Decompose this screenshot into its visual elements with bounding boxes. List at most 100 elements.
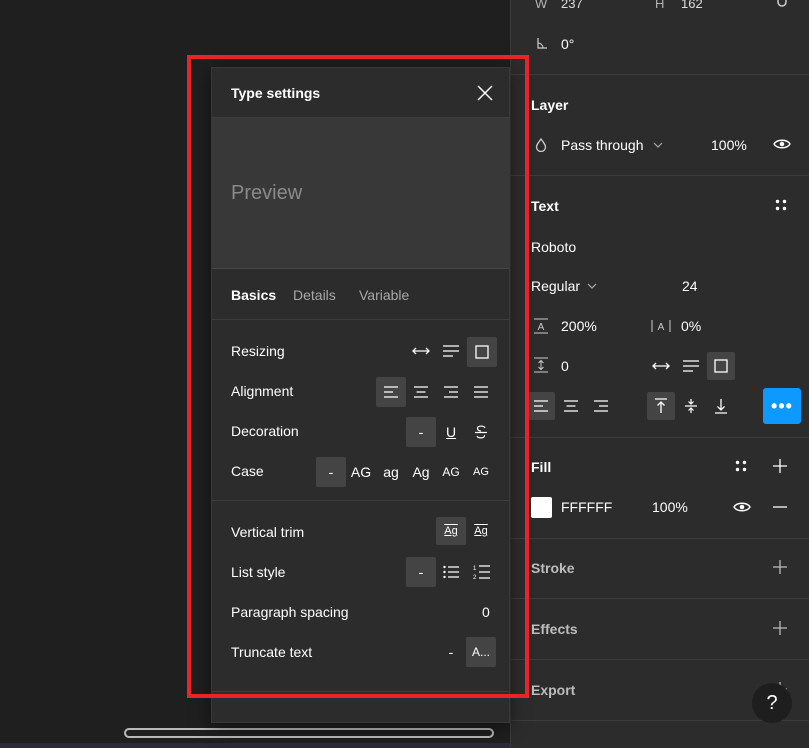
divider (212, 500, 509, 501)
text-section-title: Text (531, 198, 559, 214)
auto-width-button[interactable] (407, 337, 435, 365)
numbered-list-button[interactable]: 12 (467, 558, 495, 586)
divider (511, 74, 809, 75)
constrain-proportions-icon[interactable] (775, 0, 789, 12)
layer-section-title: Layer (531, 97, 569, 113)
divider (511, 659, 809, 660)
eye-icon[interactable] (733, 500, 751, 514)
tab-variable[interactable]: Variable (359, 287, 409, 303)
text-styles-icon[interactable] (774, 198, 788, 212)
type-settings-more-button[interactable]: ••• (763, 388, 801, 424)
case-none-button[interactable]: - (316, 457, 346, 487)
add-effect-icon[interactable] (773, 621, 787, 635)
blend-mode-dropdown[interactable]: Pass through (561, 137, 644, 153)
divider (511, 538, 809, 539)
width-value[interactable]: 237 (561, 0, 583, 11)
paragraph-spacing-icon (533, 357, 549, 373)
align-center-button[interactable] (407, 378, 435, 406)
tab-details[interactable]: Details (293, 287, 336, 303)
strikethrough-button[interactable] (467, 418, 495, 446)
chevron-down-icon[interactable] (587, 282, 597, 290)
add-stroke-icon[interactable] (773, 560, 787, 574)
align-left-button[interactable] (527, 392, 555, 420)
divider (212, 691, 509, 692)
underline-button[interactable]: U (437, 418, 465, 446)
height-value[interactable]: 162 (681, 0, 703, 11)
paragraph-spacing-value[interactable]: 0 (561, 358, 569, 374)
divider (511, 175, 809, 176)
font-family-value[interactable]: Roboto (531, 239, 576, 255)
paragraph-spacing-input[interactable]: 0 (482, 604, 490, 620)
align-bottom-button[interactable] (707, 392, 735, 420)
truncate-text-label: Truncate text (231, 644, 313, 660)
effects-section-title: Effects (531, 621, 578, 637)
align-middle-button[interactable] (677, 392, 705, 420)
type-preview: Preview (212, 118, 509, 269)
auto-height-button[interactable] (677, 352, 705, 380)
fill-opacity-value[interactable]: 100% (652, 499, 688, 515)
horizontal-scrollbar[interactable] (124, 728, 494, 738)
fill-styles-icon[interactable] (734, 459, 748, 473)
letter-spacing-value[interactable]: 0% (681, 318, 701, 334)
close-icon[interactable] (474, 82, 496, 104)
vertical-trim-standard-button[interactable]: Ag (436, 517, 466, 545)
auto-width-button[interactable] (647, 352, 675, 380)
fixed-size-button[interactable] (707, 352, 735, 380)
case-uppercase-button[interactable]: AG (347, 458, 375, 486)
tab-basics[interactable]: Basics (231, 287, 276, 303)
svg-text:A: A (658, 322, 665, 333)
resizing-label: Resizing (231, 343, 285, 359)
case-titlecase-button[interactable]: Ag (407, 458, 435, 486)
alignment-label: Alignment (231, 383, 294, 399)
list-none-button[interactable]: - (406, 557, 436, 587)
line-height-icon: A (533, 318, 549, 334)
case-small-caps-button[interactable]: AG (437, 458, 465, 486)
fill-hex-value[interactable]: FFFFFF (561, 499, 612, 515)
help-button[interactable]: ? (752, 683, 792, 723)
align-left-button[interactable] (376, 377, 406, 407)
svg-text:1: 1 (473, 566, 477, 572)
truncate-ellipsis-button[interactable]: A... (466, 637, 496, 667)
modal-header: Type settings (212, 68, 509, 118)
vertical-trim-cap-height-button[interactable]: Ag (467, 517, 495, 545)
decoration-none-button[interactable]: - (406, 417, 436, 447)
vertical-trim-label: Vertical trim (231, 524, 305, 540)
fixed-size-button[interactable] (467, 337, 497, 367)
align-justify-button[interactable] (467, 378, 495, 406)
blend-drop-icon (535, 138, 547, 152)
divider (511, 437, 809, 438)
align-right-button[interactable] (437, 378, 465, 406)
fill-color-swatch[interactable] (531, 497, 552, 518)
case-lowercase-button[interactable]: ag (377, 458, 405, 486)
case-small-caps-forced-button[interactable]: AG (467, 458, 495, 486)
preview-text: Preview (231, 182, 303, 204)
font-size-value[interactable]: 24 (682, 278, 698, 294)
fill-section-title: Fill (531, 459, 552, 475)
line-height-value[interactable]: 200% (561, 318, 597, 334)
layer-opacity-value[interactable]: 100% (711, 137, 747, 153)
properties-panel: W 237 H 162 0° Layer Pass through 100% T… (510, 0, 809, 748)
chevron-down-icon[interactable] (653, 141, 663, 149)
align-right-button[interactable] (587, 392, 615, 420)
rotation-value[interactable]: 0° (561, 36, 574, 52)
decoration-label: Decoration (231, 423, 299, 439)
align-center-button[interactable] (557, 392, 585, 420)
auto-height-button[interactable] (437, 337, 465, 365)
add-fill-icon[interactable] (773, 459, 787, 473)
type-settings-modal: Type settings Preview Basics Details Var… (211, 67, 510, 723)
export-section-title: Export (531, 682, 576, 698)
modal-title: Type settings (231, 85, 321, 101)
font-weight-dropdown[interactable]: Regular (531, 278, 580, 294)
remove-fill-icon[interactable] (773, 506, 787, 508)
stroke-section-title: Stroke (531, 560, 575, 576)
divider (511, 598, 809, 599)
list-style-label: List style (231, 564, 286, 580)
letter-spacing-icon: A (651, 318, 671, 334)
type-settings-tabs: Basics Details Variable (212, 269, 509, 320)
truncate-none-button[interactable]: - (437, 638, 465, 666)
canvas-bottom-edge (0, 743, 510, 748)
eye-icon[interactable] (773, 137, 791, 151)
width-label: W (535, 0, 548, 11)
bulleted-list-button[interactable] (437, 558, 465, 586)
align-top-button[interactable] (647, 392, 675, 420)
